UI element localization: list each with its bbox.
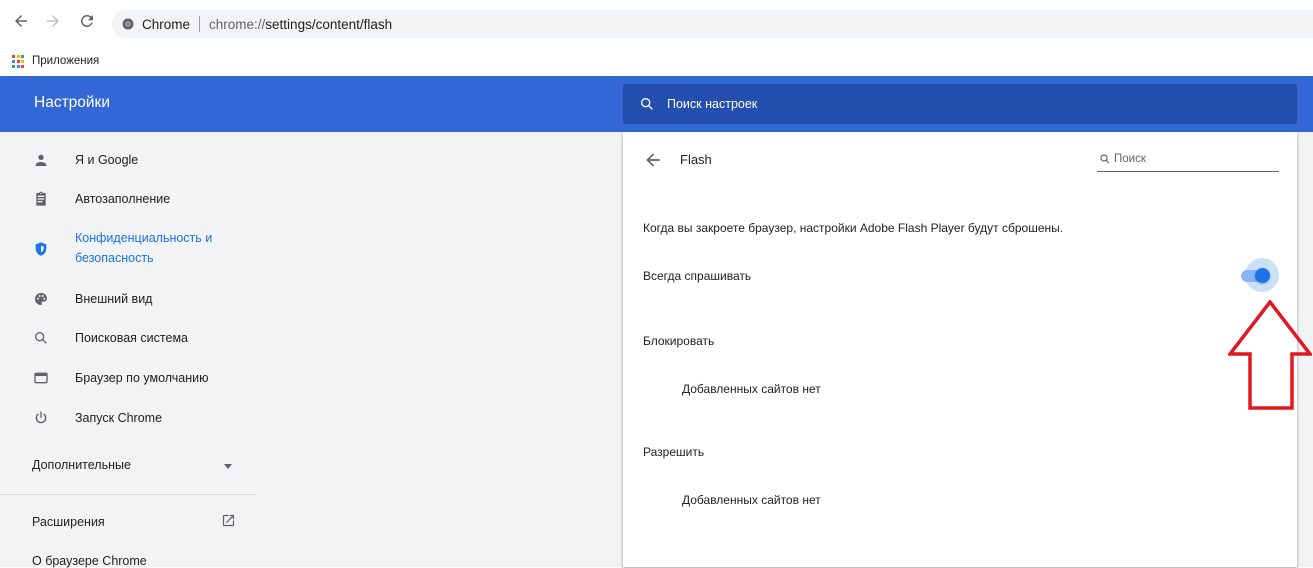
settings-header: Настройки [0,76,1313,132]
back-arrow-icon[interactable] [10,10,32,32]
block-empty-message: Добавленных сайтов нет [682,382,821,396]
sidebar-item-you-and-google[interactable]: Я и Google [0,150,256,170]
sidebar-item-label: Автозаполнение [75,192,171,206]
sidebar-advanced[interactable]: Дополнительные [32,458,131,472]
sidebar-item-label: Внешний вид [75,292,153,306]
chrome-site-icon [122,18,134,30]
sidebar-item-default-browser[interactable]: Браузер по умолчанию [0,368,256,388]
forward-arrow-icon[interactable] [42,10,64,32]
shield-icon [32,240,50,258]
sidebar-item-label: Браузер по умолчанию [75,371,209,385]
search-icon [1100,153,1110,163]
red-arrow-annotation [1228,300,1312,410]
flash-search-input[interactable] [1114,152,1274,165]
browser-window-icon [32,369,50,387]
sidebar-item-privacy-security[interactable]: Конфиденциальность и безопасность [0,228,256,270]
browser-toolbar: Chrome chrome://settings/content/flash [0,0,1313,46]
sidebar-item-search-engine[interactable]: Поисковая система [0,328,256,348]
settings-search-input[interactable] [667,97,1167,111]
sidebar-item-label: Поисковая система [75,331,188,345]
url-path: settings/content/flash [265,16,393,32]
always-ask-toggle[interactable] [1235,258,1279,294]
block-section-heading: Блокировать [643,334,715,348]
toggle-knob [1255,268,1270,283]
flash-search-field[interactable] [1097,146,1279,172]
flash-reset-notice: Когда вы закроете браузер, настройки Ado… [643,221,1064,235]
url-text: chrome://settings/content/flash [209,17,392,32]
site-label: Chrome [142,16,191,32]
sidebar-item-label: Запуск Chrome [75,411,163,425]
page-title: Настройки [34,94,111,111]
sidebar-item-label-line2: безопасность [75,251,154,265]
sidebar-item-on-startup[interactable]: Запуск Chrome [0,408,256,428]
flash-page-title: Flash [680,152,712,167]
reload-icon[interactable] [76,10,98,32]
sidebar-about-chrome[interactable]: О браузере Chrome [32,554,147,568]
palette-icon [32,290,50,308]
settings-sidebar: Я и Google Автозаполнение Конфиденциальн… [0,132,256,568]
apps-grid-icon[interactable] [12,54,26,68]
sidebar-divider [0,494,256,495]
flash-settings-card: Flash Когда вы закроете браузер, настрой… [623,132,1297,567]
power-icon [32,409,50,427]
open-in-new-icon[interactable] [221,513,236,528]
apps-bookmark-label[interactable]: Приложения [32,55,99,67]
sidebar-item-label: Я и Google [75,153,139,167]
always-ask-label: Всегда спрашивать [643,269,752,283]
person-icon [32,151,50,169]
clipboard-icon [32,190,50,208]
sidebar-item-label: Конфиденциальность и [75,231,213,245]
sidebar-extensions[interactable]: Расширения [32,515,105,529]
sidebar-item-appearance[interactable]: Внешний вид [0,289,256,309]
sidebar-item-autofill[interactable]: Автозаполнение [0,189,256,209]
settings-search-bar[interactable] [623,84,1297,124]
bookmarks-bar: Приложения [0,46,1313,76]
omnibox-separator [199,16,201,32]
back-arrow-icon[interactable] [643,150,663,170]
chevron-down-icon[interactable] [224,464,232,469]
allow-empty-message: Добавленных сайтов нет [682,493,821,507]
address-bar[interactable]: Chrome chrome://settings/content/flash [112,10,1313,38]
search-icon [641,98,653,110]
search-icon [32,329,50,347]
allow-section-heading: Разрешить [643,445,705,459]
url-scheme: chrome:// [209,16,266,32]
